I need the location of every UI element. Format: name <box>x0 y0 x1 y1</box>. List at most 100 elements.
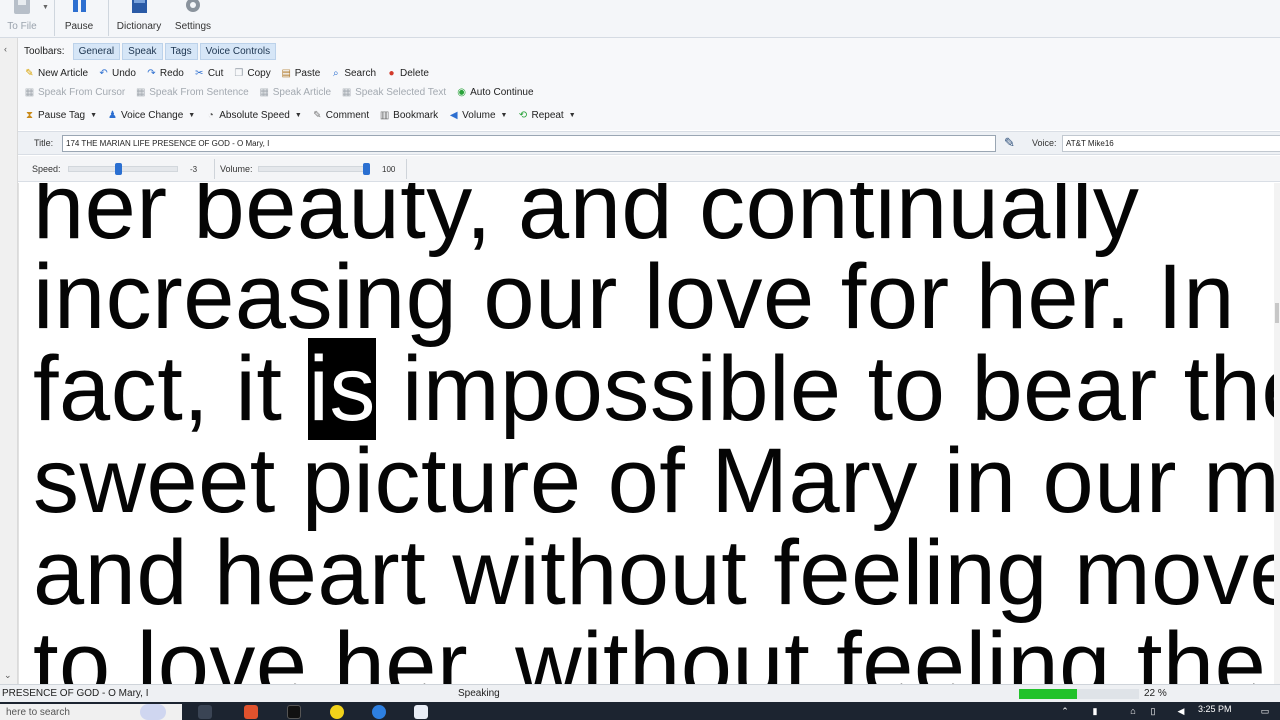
pause-label: Pause <box>64 21 94 32</box>
scroll-down-icon[interactable]: ⌄ <box>4 670 12 681</box>
bookmark-button[interactable]: ▥ Bookmark <box>379 110 438 121</box>
voice-change-button[interactable]: ♟ Voice Change ▼ <box>107 110 195 121</box>
speak-from-cursor-button[interactable]: ▦ Speak From Cursor <box>24 87 125 98</box>
text-line: increasing our love for her. In <box>33 246 1235 348</box>
status-state: Speaking <box>458 688 500 699</box>
status-bar: PRESENCE OF GOD - O Mary, I Speaking 22 … <box>0 684 1280 702</box>
bookmark-icon: ▥ <box>379 109 390 121</box>
tab-speak[interactable]: Speak <box>122 42 163 60</box>
tab-general[interactable]: General <box>72 42 121 60</box>
dictionary-label: Dictionary <box>116 21 162 32</box>
taskbar-clock[interactable]: 3:25 PM <box>1198 704 1232 714</box>
chevron-down-icon[interactable]: ▼ <box>90 112 97 119</box>
redo-button[interactable]: ↷ Redo <box>146 68 184 79</box>
dictionary-icon <box>132 0 147 13</box>
speak-article-button[interactable]: ▦ Speak Article <box>259 86 332 98</box>
text-line: and heart without feeling moved <box>33 522 1274 624</box>
chevron-down-icon[interactable]: ▼ <box>569 112 576 119</box>
tab-tags[interactable]: Tags <box>164 42 198 60</box>
tray-app-icon[interactable]: ▮ <box>1090 706 1100 716</box>
speak-from-sentence-button[interactable]: ▦ Speak From Sentence <box>135 87 249 98</box>
comment-button[interactable]: ✎ Comment <box>312 110 369 121</box>
speak-toolbar-row: ▦ Speak From Cursor ▦ Speak From Sentence … <box>24 83 534 101</box>
tray-chevron-icon[interactable]: ⌃ <box>1060 706 1070 716</box>
chevron-down-icon[interactable]: ▼ <box>42 4 49 11</box>
absolute-speed-button[interactable]: ◔ Absolute Speed ▼ <box>205 110 302 121</box>
vertical-scrollbar[interactable] <box>1274 183 1280 684</box>
auto-continue-button[interactable]: ◉ Auto Continue <box>456 87 533 98</box>
gear-icon <box>186 0 200 12</box>
text-segment: impossible to bear the <box>375 338 1274 440</box>
volume-slider-thumb[interactable] <box>363 163 370 175</box>
repeat-icon: ⟲ <box>518 109 528 121</box>
title-row: Title: 174 THE MARIAN LIFE PRESENCE OF G… <box>18 131 1280 155</box>
speak-selected-text-button[interactable]: ▦ Speak Selected Text <box>341 87 446 98</box>
chevron-down-icon[interactable]: ▼ <box>295 112 302 119</box>
windows-taskbar: here to search ⌃ ▮ ⌂ ▯ ◀ 3:25 PM ▭ <box>0 702 1280 720</box>
app-icon[interactable] <box>372 705 386 719</box>
status-article: PRESENCE OF GOD - O Mary, I <box>2 688 149 699</box>
ribbon-toolbar: To File ▼ Pause Dictionary Settings <box>0 0 1280 38</box>
progress-fill <box>1019 689 1077 699</box>
notifications-icon[interactable]: ▭ <box>1260 706 1270 716</box>
tiktok-icon[interactable] <box>287 705 301 719</box>
toolbars-panel: Toolbars: General Speak Tags Voice Contr… <box>18 38 1280 130</box>
delete-button[interactable]: ● Delete <box>386 68 428 79</box>
speed-label: Speed: <box>32 164 61 174</box>
copy-icon: ❐ <box>234 67 244 79</box>
chevron-down-icon[interactable]: ▼ <box>501 112 508 119</box>
snapchat-icon[interactable] <box>330 705 344 719</box>
scrollbar-thumb[interactable] <box>1275 303 1279 323</box>
speed-slider-track[interactable] <box>68 166 178 172</box>
settings-label: Settings <box>174 21 212 32</box>
tab-voice-controls[interactable]: Voice Controls <box>199 42 277 60</box>
general-toolbar-row: ✎ New Article ↶ Undo ↷ Redo ✂ Cut ❐ Copy ▤ Pas… <box>24 64 429 82</box>
network-icon[interactable]: ⌂ <box>1128 706 1138 716</box>
undo-button[interactable]: ↶ Undo <box>98 68 136 79</box>
voice-dropdown[interactable]: AT&T Mike16 <box>1062 135 1280 152</box>
text-line: fact, it is impossible to bear the <box>33 338 1274 440</box>
volume-tray-icon[interactable]: ◀ <box>1176 706 1186 716</box>
search-icon: ⌕ <box>333 67 339 79</box>
volume-slider-track[interactable] <box>258 166 370 172</box>
paste-button[interactable]: ▤ Paste <box>281 68 321 79</box>
speak-icon: ▦ <box>341 86 352 98</box>
auto-continue-icon: ◉ <box>457 86 466 98</box>
voice-change-icon: ♟ <box>108 109 117 121</box>
power-icon[interactable]: ▯ <box>1148 706 1158 716</box>
text-line: her beauty, and continually <box>33 183 1140 258</box>
current-word-highlight: is <box>308 338 376 440</box>
chevron-down-icon[interactable]: ▼ <box>188 112 195 119</box>
new-article-button[interactable]: ✎ New Article <box>24 68 88 79</box>
natural-reader-icon[interactable] <box>414 705 428 719</box>
pause-tag-button[interactable]: ⧗ Pause Tag ▼ <box>24 110 97 121</box>
search-button[interactable]: ⌕ Search <box>330 68 376 79</box>
speedometer-icon: ◔ <box>207 109 214 121</box>
brave-browser-icon[interactable] <box>244 705 258 719</box>
edit-pen-icon[interactable]: ✎ <box>1004 135 1015 151</box>
volume-value: 100 <box>382 165 396 174</box>
pause-button[interactable]: Pause <box>60 0 98 38</box>
speed-value: -3 <box>190 165 198 174</box>
to-file-button[interactable]: To File <box>4 0 40 38</box>
cut-button[interactable]: ✂ Cut <box>194 68 223 79</box>
task-view-icon[interactable] <box>198 705 212 719</box>
title-field[interactable]: 174 THE MARIAN LIFE PRESENCE OF GOD - O … <box>62 135 996 152</box>
speak-icon: ▦ <box>259 86 269 98</box>
speak-icon: ▦ <box>136 86 146 98</box>
undo-icon: ↶ <box>99 67 108 79</box>
dictionary-button[interactable]: Dictionary <box>114 0 164 38</box>
copy-button[interactable]: ❐ Copy <box>233 68 270 79</box>
text-line: to love her, without feeling the <box>33 614 1267 684</box>
reading-text-area[interactable]: her beauty, and continually increasing o… <box>18 183 1274 684</box>
to-file-label: To File <box>7 21 37 32</box>
settings-button[interactable]: Settings <box>172 0 214 38</box>
repeat-button[interactable]: ⟲ Repeat ▼ <box>517 109 576 121</box>
new-article-icon: ✎ <box>25 67 34 79</box>
volume-button[interactable]: ◀ Volume ▼ <box>448 110 508 121</box>
progress-percent: 22 % <box>1144 688 1167 699</box>
toolbar-tabs: Toolbars: General Speak Tags Voice Contr… <box>24 42 277 60</box>
taskbar-cortana-icon[interactable] <box>140 704 166 720</box>
collapse-arrow-icon[interactable]: ‹ <box>4 44 12 54</box>
speed-slider-thumb[interactable] <box>114 163 122 175</box>
